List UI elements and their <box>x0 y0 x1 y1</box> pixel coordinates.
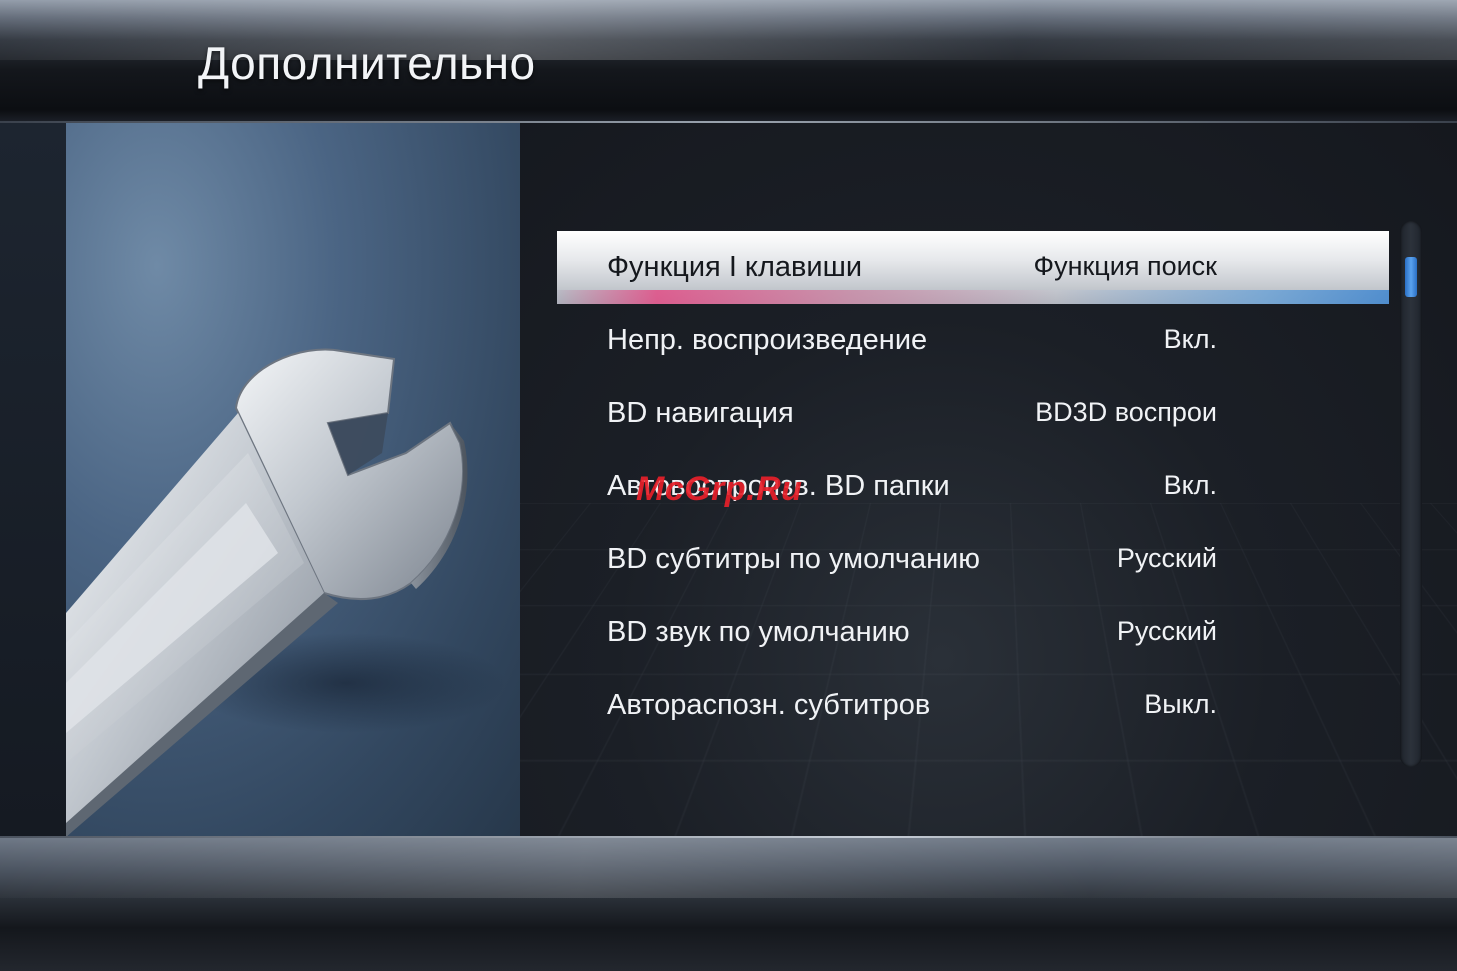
wrench-icon <box>66 348 506 837</box>
menu-item-subtitle-autodetect[interactable]: Автораспозн. субтитров Выкл. <box>557 669 1389 742</box>
menu-item-value: Вкл. <box>1163 470 1217 500</box>
menu-item-value: Русский <box>1116 616 1217 646</box>
menu-item-value: BD3D воспрои <box>1035 397 1217 427</box>
page-title: Дополнительно <box>198 37 536 89</box>
menu-item-label: BD звук по умолчанию <box>607 616 910 648</box>
menu-item-bd-default-audio[interactable]: BD звук по умолчанию Русский <box>557 596 1389 669</box>
footer-sheen <box>0 838 1457 898</box>
menu-item-label: Автораспозн. субтитров <box>607 689 931 721</box>
menu-item-label: Функция I клавиши <box>607 251 863 283</box>
left-strip <box>0 123 66 837</box>
menu-item-value: Выкл. <box>1144 689 1217 719</box>
menu-item-value: Русский <box>1116 543 1217 573</box>
illustration-panel <box>66 123 520 837</box>
menu-item-continuous-playback[interactable]: Непр. воспроизведение Вкл. <box>557 304 1389 377</box>
menu-item-label: BD навигация <box>607 397 794 429</box>
menu-item-bd-navigation[interactable]: BD навигация BD3D воспрои <box>557 377 1389 450</box>
scrollbar-thumb[interactable] <box>1405 257 1417 297</box>
menu-item-label: Непр. воспроизведение <box>607 324 928 356</box>
menu-item-key-function[interactable]: Функция I клавиши Функция поиск <box>557 231 1389 304</box>
watermark: McGrp.Ru <box>636 470 803 508</box>
settings-screen: Дополнительно Функция I клавиши Функция … <box>0 0 1457 971</box>
menu-item-bd-default-subtitles[interactable]: BD субтитры по умолчанию Русский <box>557 523 1389 596</box>
menu-item-label: BD субтитры по умолчанию <box>607 543 981 575</box>
menu-item-value: Вкл. <box>1163 324 1217 354</box>
scrollbar-track[interactable] <box>1400 221 1422 767</box>
menu-item-value: Функция поиск <box>1033 251 1217 281</box>
